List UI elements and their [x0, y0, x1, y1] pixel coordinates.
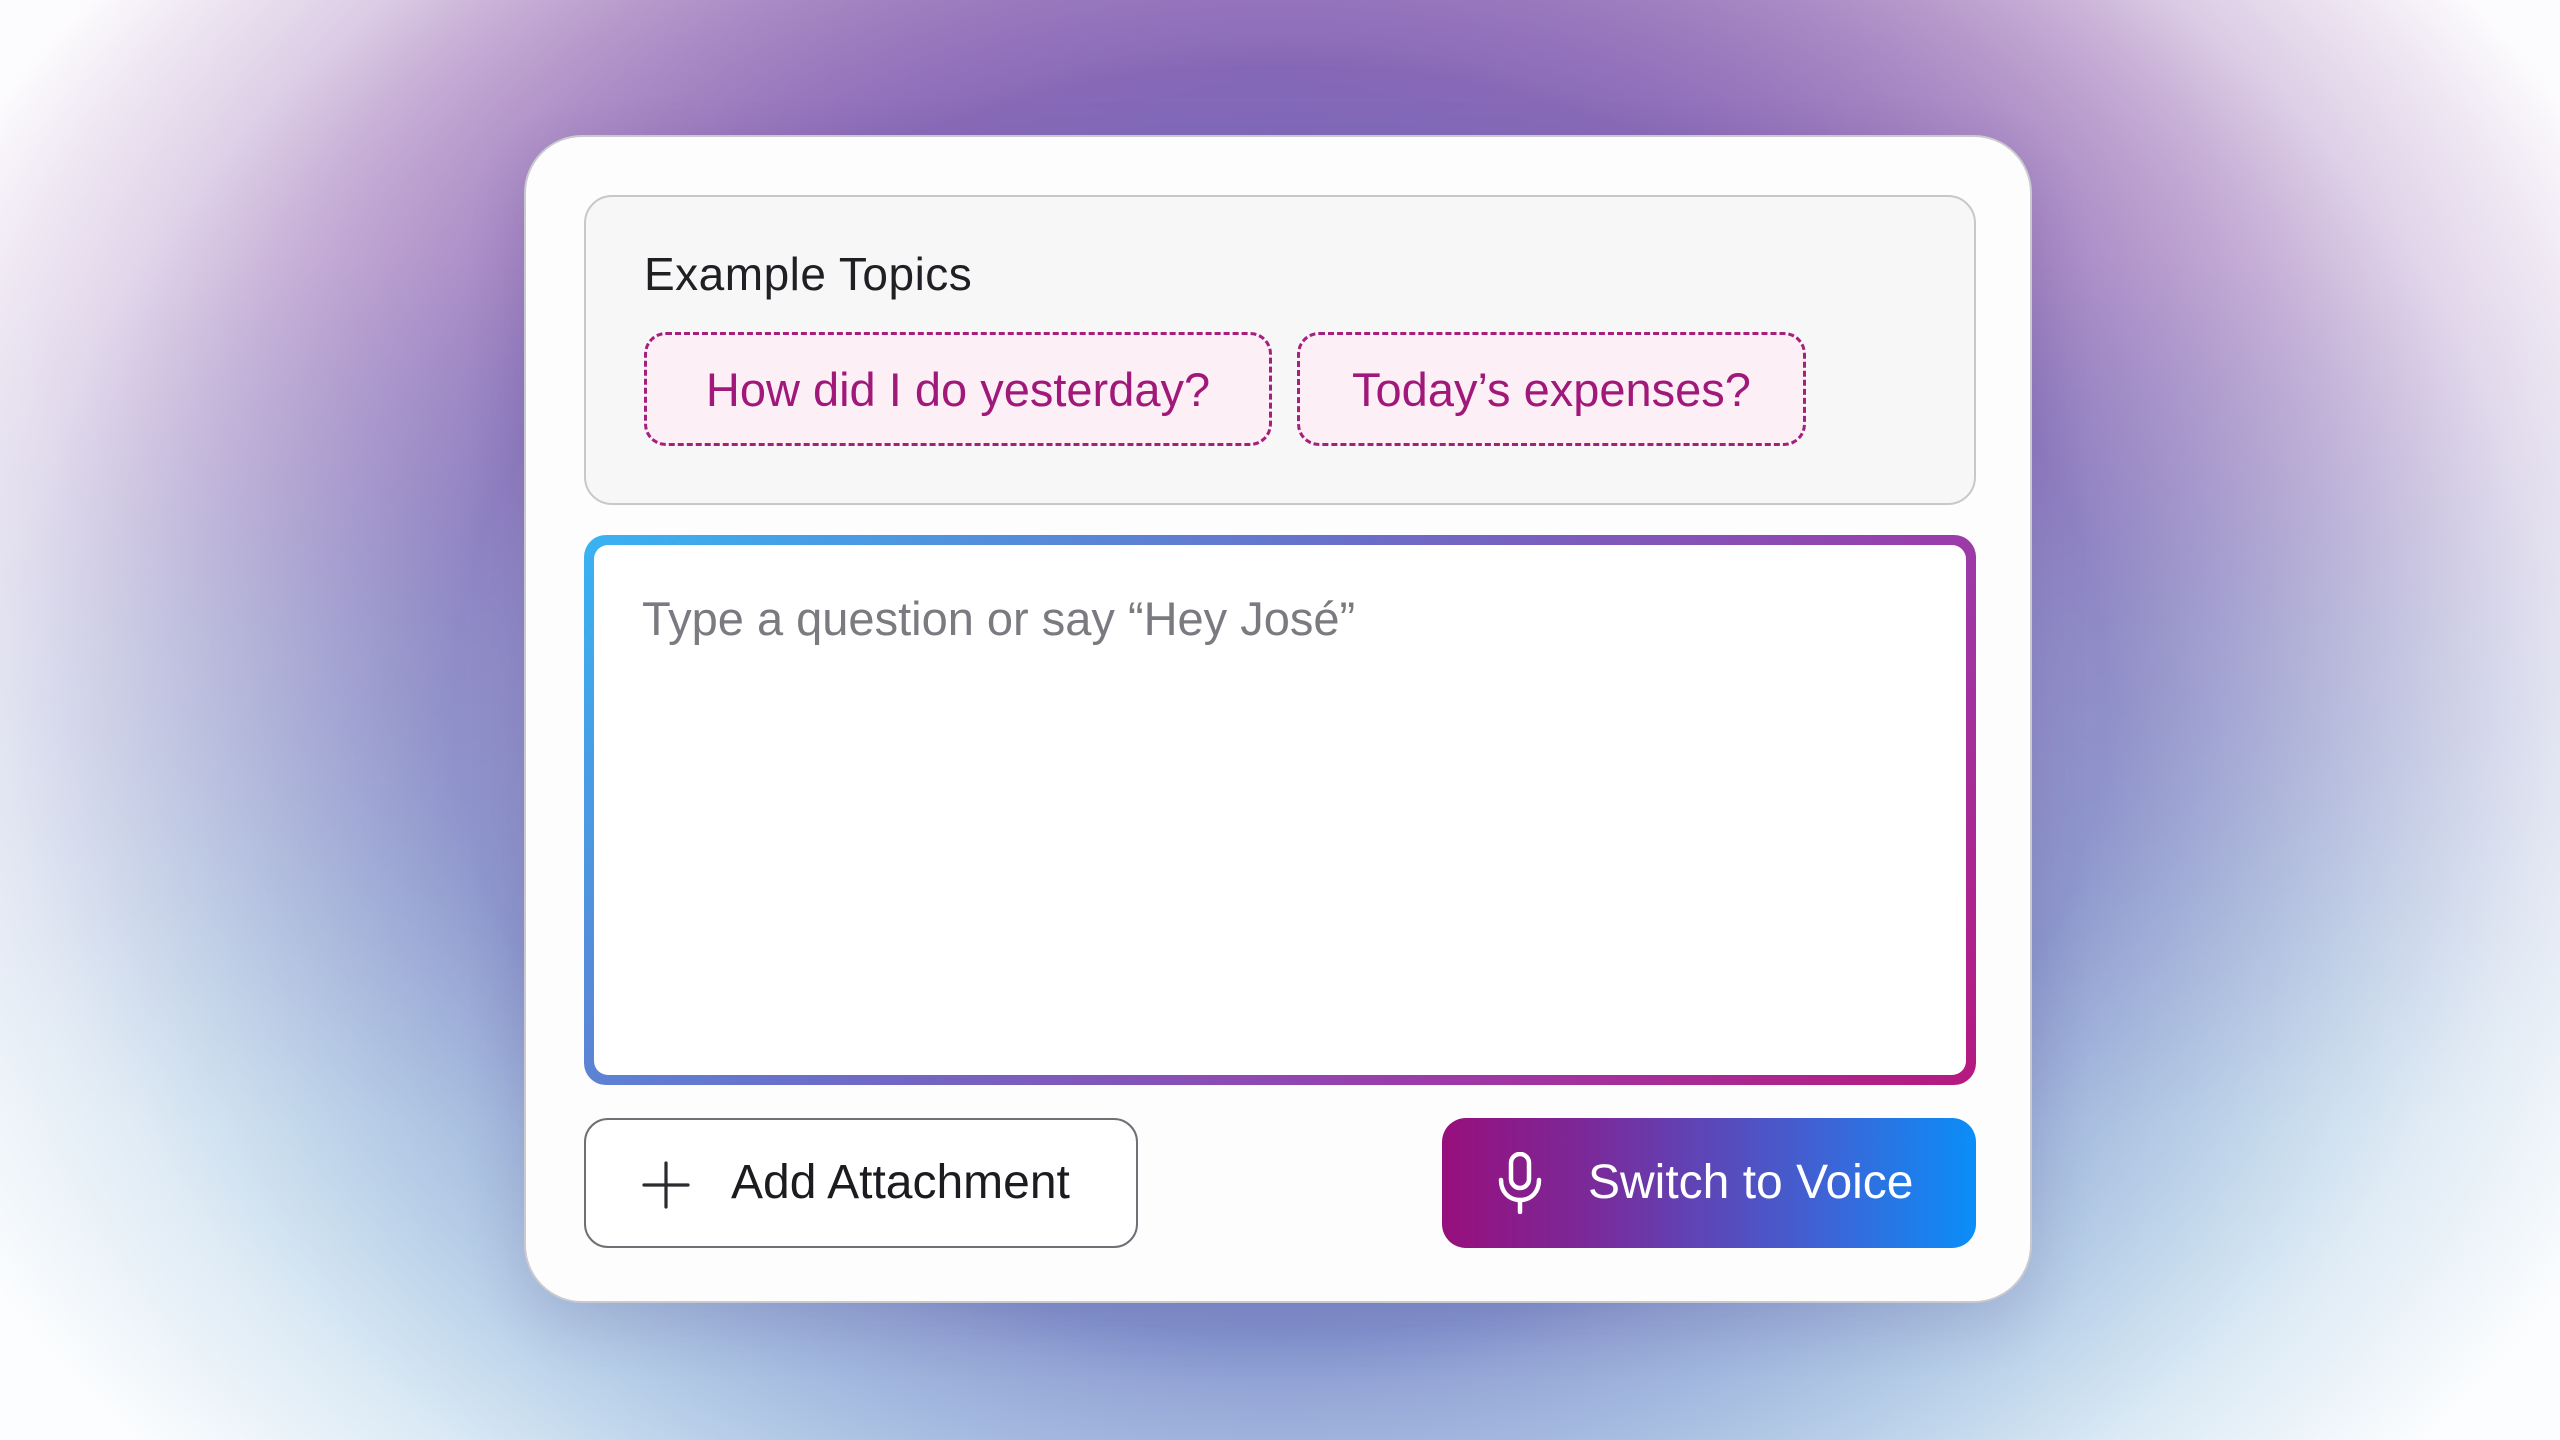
question-input-container [594, 545, 1966, 1075]
microphone-icon [1498, 1152, 1542, 1214]
example-topics-title: Example Topics [644, 248, 973, 300]
add-attachment-button[interactable]: Add Attachment [584, 1118, 1138, 1248]
question-input[interactable] [594, 545, 1966, 1075]
switch-to-voice-button[interactable]: Switch to Voice [1442, 1118, 1976, 1248]
switch-to-voice-label: Switch to Voice [1588, 1156, 1914, 1209]
assistant-card: Example Topics How did I do yesterday? T… [524, 135, 2032, 1303]
topic-chip-expenses[interactable]: Today’s expenses? [1297, 332, 1806, 446]
plus-icon [642, 1161, 690, 1209]
example-topics-panel: Example Topics How did I do yesterday? T… [584, 195, 1976, 505]
add-attachment-label: Add Attachment [731, 1156, 1070, 1209]
question-input-frame [584, 535, 1976, 1085]
topic-chip-yesterday[interactable]: How did I do yesterday? [644, 332, 1272, 446]
